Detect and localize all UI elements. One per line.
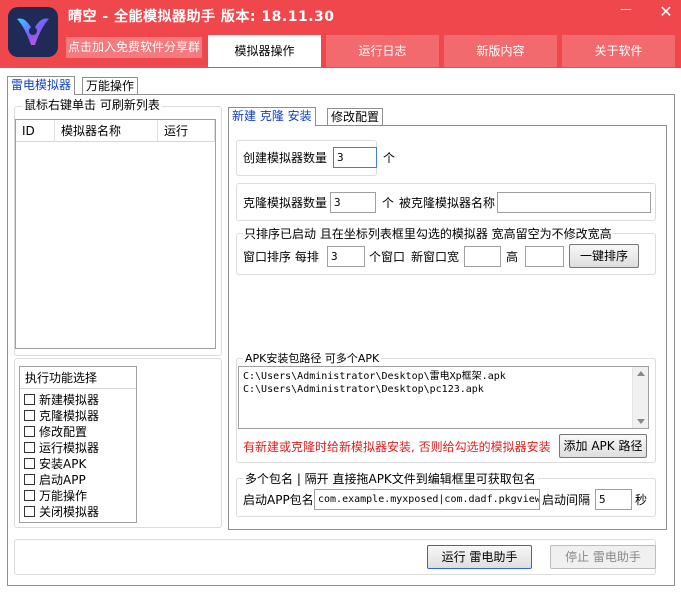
apk-path-textarea[interactable]: C:\Users\Administrator\Desktop\雷电Xp框架.ap… (238, 366, 649, 429)
column-header-name[interactable]: 模拟器名称 (55, 120, 158, 142)
checkbox-icon (24, 410, 35, 421)
share-group-link[interactable]: 点击加入免费软件分享群 (66, 37, 202, 58)
checkbox-clone-emulator[interactable]: 克隆模拟器 (24, 408, 99, 424)
arrange-row-label: 窗口排序 每排 (243, 250, 319, 264)
window-width-input[interactable] (464, 246, 501, 267)
clone-source-label: 被克隆模拟器名称 (399, 196, 496, 210)
create-count-input[interactable]: 3 (333, 147, 377, 168)
apk-group-label: APK安装包路径 可多个APK (243, 351, 382, 367)
checkbox-modify-config[interactable]: 修改配置 (24, 424, 87, 440)
package-name-label: 启动APP包名 (243, 493, 314, 507)
checkbox-label: 克隆模拟器 (39, 409, 100, 423)
scroll-down-icon[interactable] (637, 419, 645, 424)
window-height-input[interactable] (525, 246, 564, 267)
per-row-input[interactable]: 3 (327, 246, 365, 267)
column-header-id[interactable]: ID (16, 120, 55, 142)
app-launch-group-label: 多个包名 | 隔开 直接拖APK文件到编辑框里可获取包名 (243, 471, 538, 487)
app-logo-icon (8, 7, 58, 57)
checkbox-icon (24, 394, 35, 405)
checkbox-universal-ops[interactable]: 万能操作 (24, 488, 87, 504)
checkbox-close-emulator[interactable]: 关闭模拟器 (24, 504, 99, 520)
clone-count-input[interactable]: 3 (330, 192, 376, 213)
launch-interval-input[interactable]: 5 (595, 489, 632, 510)
checkbox-new-emulator[interactable]: 新建模拟器 (24, 392, 99, 408)
apk-path-line: C:\Users\Administrator\Desktop\pc123.apk (243, 384, 484, 395)
checkbox-label: 关闭模拟器 (39, 505, 100, 519)
tab-about[interactable]: 关于软件 (562, 35, 675, 67)
checkbox-icon (24, 474, 35, 485)
tab-modify-config[interactable]: 修改配置 (327, 108, 384, 126)
add-apk-path-button[interactable]: 添加 APK 路径 (559, 434, 647, 458)
tab-new-clone-install[interactable]: 新建 克隆 安装 (228, 107, 316, 126)
window-width-label: 新窗口宽 (411, 250, 460, 264)
arrange-group-label: 只排序已启动 且在坐标列表框里勾选的模拟器 宽高留空为不修改宽高 (243, 226, 613, 242)
checkbox-icon (24, 490, 35, 501)
create-count-unit: 个 (383, 151, 396, 165)
tab-new-version[interactable]: 新版内容 (444, 35, 557, 67)
checkbox-icon (24, 458, 35, 469)
column-header-running[interactable]: 运行 (158, 120, 215, 142)
tab-run-log[interactable]: 运行日志 (326, 35, 439, 67)
close-button[interactable]: ✕ (655, 2, 677, 21)
window-height-label: 高 (506, 250, 519, 264)
emulator-list[interactable]: ID 模拟器名称 运行 (15, 119, 216, 349)
tab-leidian-emulator[interactable]: 雷电模拟器 (7, 76, 76, 95)
checkbox-launch-app[interactable]: 启动APP (24, 472, 86, 488)
emulator-list-group-label: 鼠标右键单击 可刷新列表 (22, 97, 162, 113)
emulator-list-header: ID 模拟器名称 运行 (16, 120, 215, 142)
tab-emulator-ops[interactable]: 模拟器操作 (208, 35, 321, 67)
checkbox-icon (24, 426, 35, 437)
checkbox-label: 启动APP (39, 473, 86, 487)
scroll-up-icon[interactable] (637, 371, 645, 376)
checkbox-label: 新建模拟器 (39, 393, 100, 407)
clone-count-label: 克隆模拟器数量 (243, 196, 328, 210)
apk-path-line: C:\Users\Administrator\Desktop\雷电Xp框架.ap… (243, 371, 506, 382)
minimize-button[interactable]: — (615, 2, 637, 20)
apk-textarea-scrollbar[interactable] (632, 367, 648, 428)
create-count-label: 创建模拟器数量 (243, 151, 328, 165)
clone-count-unit: 个 (382, 196, 395, 210)
checkbox-install-apk[interactable]: 安装APK (24, 456, 86, 472)
function-checklist: 执行功能选择 新建模拟器 克隆模拟器 修改配置 运行模拟器 安装APK 启动AP… (19, 366, 137, 523)
one-click-arrange-button[interactable]: 一键排序 (569, 244, 639, 268)
checkbox-icon (24, 506, 35, 517)
checkbox-label: 安装APK (39, 457, 87, 471)
tab-universal-ops[interactable]: 万能操作 (82, 77, 139, 94)
checkbox-icon (24, 442, 35, 453)
title-bar: 晴空 - 全能模拟器助手 版本: 18.11.30 点击加入免费软件分享群 — … (0, 0, 681, 68)
window-title: 晴空 - 全能模拟器助手 版本: 18.11.30 (68, 9, 335, 25)
close-icon: ✕ (659, 2, 673, 21)
apk-install-hint: 有新建或克隆时给新模拟器安装, 否则给勾选的模拟器安装 (243, 440, 551, 454)
run-helper-button[interactable]: 运行 雷电助手 (427, 545, 532, 569)
checkbox-label: 运行模拟器 (39, 441, 100, 455)
launch-interval-label: 启动间隔 (542, 493, 591, 507)
stop-helper-button[interactable]: 停止 雷电助手 (550, 545, 656, 569)
function-checklist-header: 执行功能选择 (20, 367, 136, 389)
package-name-input[interactable]: com.example.myxposed|com.dadf.pkgview (314, 489, 540, 510)
checkbox-run-emulator[interactable]: 运行模拟器 (24, 440, 99, 456)
launch-interval-unit: 秒 (635, 493, 648, 507)
checkbox-label: 修改配置 (39, 425, 88, 439)
clone-source-input[interactable] (497, 192, 651, 213)
per-row-unit: 个窗口 (369, 250, 406, 264)
minimize-icon: — (620, 2, 632, 16)
checkbox-label: 万能操作 (39, 489, 88, 503)
